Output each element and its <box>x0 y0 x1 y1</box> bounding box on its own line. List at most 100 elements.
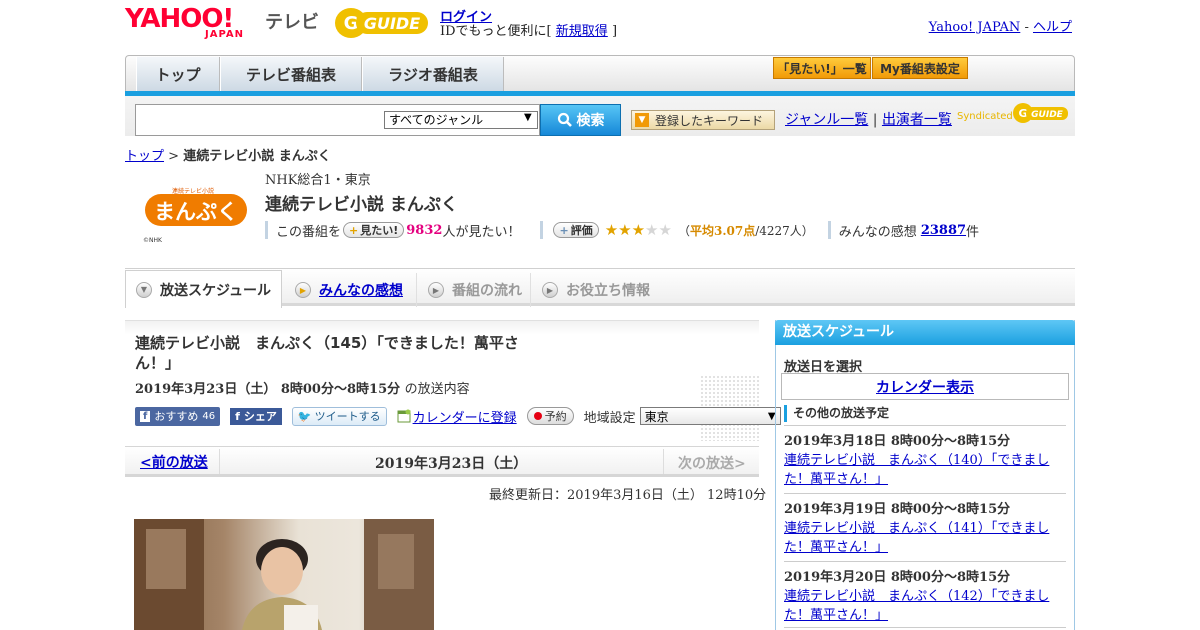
subtab-info-label: お役立ち情報 <box>566 283 650 299</box>
want-suffix: 人が見たい！ <box>442 224 521 240</box>
keyword-button-label: 登録したキーワード <box>655 113 764 128</box>
tweet-button[interactable]: 🐦 ツイートする <box>291 406 387 426</box>
header-links: Yahoo! JAPAN - ヘルプ <box>929 16 1072 35</box>
subtab-flow[interactable]: ▶ 番組の流れ <box>418 273 531 307</box>
stat-divider <box>540 221 544 239</box>
play-icon: ▶ <box>428 282 444 298</box>
pager-divider <box>663 449 664 474</box>
main-nav: トップ テレビ番組表 ラジオ番組表 「見たい!」一覧 My番組表設定 <box>125 55 1075 93</box>
help-link[interactable]: ヘルプ <box>1033 20 1072 35</box>
program-stats: この番組を + 見たい! 9832 人が見たい！ + 評価 ★★★★★ （ 平均3.… <box>265 221 979 240</box>
broadcast-date: 2019年3月19日 8時00分～8時15分 <box>784 502 1011 517</box>
genre-list-link[interactable]: ジャンル一覧 <box>785 112 868 128</box>
calendar-icon <box>397 409 411 423</box>
facebook-icon: f <box>140 410 151 422</box>
other-broadcasts-heading: その他の放送予定 <box>784 405 889 422</box>
calendar-view-link[interactable]: カレンダー表示 <box>781 373 1069 400</box>
play-icon: ▶ <box>542 282 558 298</box>
impressions-count-link[interactable]: 23887 <box>921 223 966 238</box>
next-broadcast-label: 次の放送> <box>678 456 746 472</box>
rating-stars: ★★★★★ <box>605 221 672 239</box>
genre-links: ジャンル一覧 | 出演者一覧 <box>785 109 952 129</box>
nav-tab-top[interactable]: トップ <box>136 57 220 91</box>
want-prefix: この番組を <box>276 224 342 240</box>
avg-rating: 平均3.07点 <box>689 223 756 238</box>
broadcast-link[interactable]: 連続テレビ小説 まんぷく（140）「できました！萬平さん！」 <box>784 451 1066 489</box>
facebook-share-label: シェア <box>243 410 277 423</box>
breadcrumb-separator: > <box>168 149 180 164</box>
calendar-register[interactable]: カレンダーに登録 <box>397 407 517 426</box>
gguide-logo-text: GUIDE <box>364 14 420 33</box>
subtab-impressions-label: みんなの感想 <box>319 283 403 299</box>
genre-select[interactable]: すべてのジャンル <box>384 111 538 129</box>
rate-button-label: 評価 <box>570 224 593 237</box>
nav-tab-radio-schedule[interactable]: ラジオ番組表 <box>362 57 504 91</box>
facebook-share-button[interactable]: f シェア <box>230 407 282 425</box>
chevron-down-icon: ▼ <box>136 281 152 298</box>
keyword-button[interactable]: ▼ 登録したキーワード <box>631 110 775 130</box>
yahoo-japan-link[interactable]: Yahoo! JAPAN <box>929 20 1021 35</box>
my-schedule-button[interactable]: My番組表設定 <box>872 57 968 79</box>
subtab-schedule-label: 放送スケジュール <box>160 282 272 299</box>
cast-list-link[interactable]: 出演者一覧 <box>882 112 952 128</box>
search-button[interactable]: 検索 <box>540 104 621 136</box>
subtab-flow-label: 番組の流れ <box>452 283 522 299</box>
triangle-down-icon: ▼ <box>635 113 649 127</box>
subtab-impressions[interactable]: ▶ みんなの感想 <box>285 273 417 307</box>
program-logo: 連続テレビ小説 まんぷく ©NHK <box>143 187 247 244</box>
facebook-recommend-count: 46 <box>202 410 216 422</box>
register-link[interactable]: 新規取得 <box>556 24 608 39</box>
twitter-bird-icon: 🐦 <box>297 409 312 423</box>
id-promo: IDでもっと便利に[ 新規取得 ] <box>440 20 617 39</box>
tv-logo-label: テレビ <box>265 12 319 33</box>
want-list-button[interactable]: 「見たい!」一覧 <box>773 57 871 79</box>
episode-photo <box>134 519 434 630</box>
yahoo-logo-japan: JAPAN <box>205 29 244 40</box>
region-select[interactable]: 東京 ▼ <box>639 407 781 425</box>
nav-tab-tv-schedule[interactable]: テレビ番組表 <box>220 57 362 91</box>
broadcast-link[interactable]: 連続テレビ小説 まんぷく（141）「できました！萬平さん！」 <box>784 519 1066 557</box>
pager-divider <box>219 449 220 474</box>
want-button[interactable]: + 見たい! <box>343 222 405 238</box>
episode-date-tail: の放送内容 <box>404 382 470 397</box>
previous-broadcast-link[interactable]: <前の放送 <box>140 452 208 472</box>
calendar-register-link: カレンダーに登録 <box>412 410 517 426</box>
avg-count: /4227人） <box>755 223 814 238</box>
breadcrumb-top-link[interactable]: トップ <box>125 149 164 164</box>
avg-open: （ <box>677 223 690 238</box>
program-logo-credit: ©NHK <box>143 237 163 244</box>
play-icon: ▶ <box>295 282 311 298</box>
pager-current-date: 2019年3月23日（土） <box>375 456 528 472</box>
broadcast-date: 2019年3月20日 8時00分～8時15分 <box>784 570 1011 585</box>
social-actions: f おすすめ 46 f シェア 🐦 ツイートする カレンダーに登録 予約 地域設定 東京… <box>135 406 781 426</box>
facebook-icon: f <box>235 409 240 423</box>
program-title: 連続テレビ小説 まんぷく <box>265 195 458 215</box>
star-empty-icon: ★ <box>658 221 672 239</box>
sidebar-title: 放送スケジュール <box>775 320 1075 345</box>
star-filled-icon: ★ <box>631 221 646 239</box>
link-divider: | <box>872 112 878 128</box>
reserve-button[interactable]: 予約 <box>526 407 574 425</box>
gguide-small-logo: G GUIDE <box>1013 103 1068 123</box>
plus-icon: + <box>349 223 359 237</box>
last-updated: 最終更新日：2019年3月16日（土） 12時10分 <box>489 488 767 503</box>
episode-date-value: 2019年3月23日（土） 8時00分～8時15分 <box>135 382 401 397</box>
list-item: 2019年3月19日 8時00分～8時15分 連続テレビ小説 まんぷく（141）… <box>784 494 1066 562</box>
reserve-button-label: 予約 <box>544 410 567 423</box>
subtab-schedule[interactable]: ▼ 放送スケジュール <box>125 270 282 308</box>
list-item: 2019年3月18日 8時00分～8時15分 連続テレビ小説 まんぷく（140）… <box>784 426 1066 494</box>
syndicated-label: Syndicated <box>957 111 1013 122</box>
rate-button[interactable]: + 評価 <box>553 222 599 238</box>
broadcast-link[interactable]: 連続テレビ小説 まんぷく（142）「できました！萬平さん！」 <box>784 587 1066 625</box>
star-filled-icon: ★ <box>618 221 632 239</box>
tweet-button-label: ツイートする <box>314 410 381 423</box>
program-logo-small-text: 連続テレビ小説 <box>172 187 214 195</box>
subtab-info[interactable]: ▶ お役立ち情報 <box>532 273 662 307</box>
record-icon <box>533 412 542 420</box>
impressions-label: みんなの感想 <box>838 224 917 240</box>
breadcrumb: トップ > 連続テレビ小説 まんぷく <box>125 145 331 164</box>
facebook-recommend-button[interactable]: f おすすめ 46 <box>135 406 221 426</box>
id-promo-prefix: IDでもっと便利に[ <box>440 24 552 39</box>
want-count: 9832 <box>406 222 443 238</box>
star-filled-icon: ★ <box>604 221 619 239</box>
